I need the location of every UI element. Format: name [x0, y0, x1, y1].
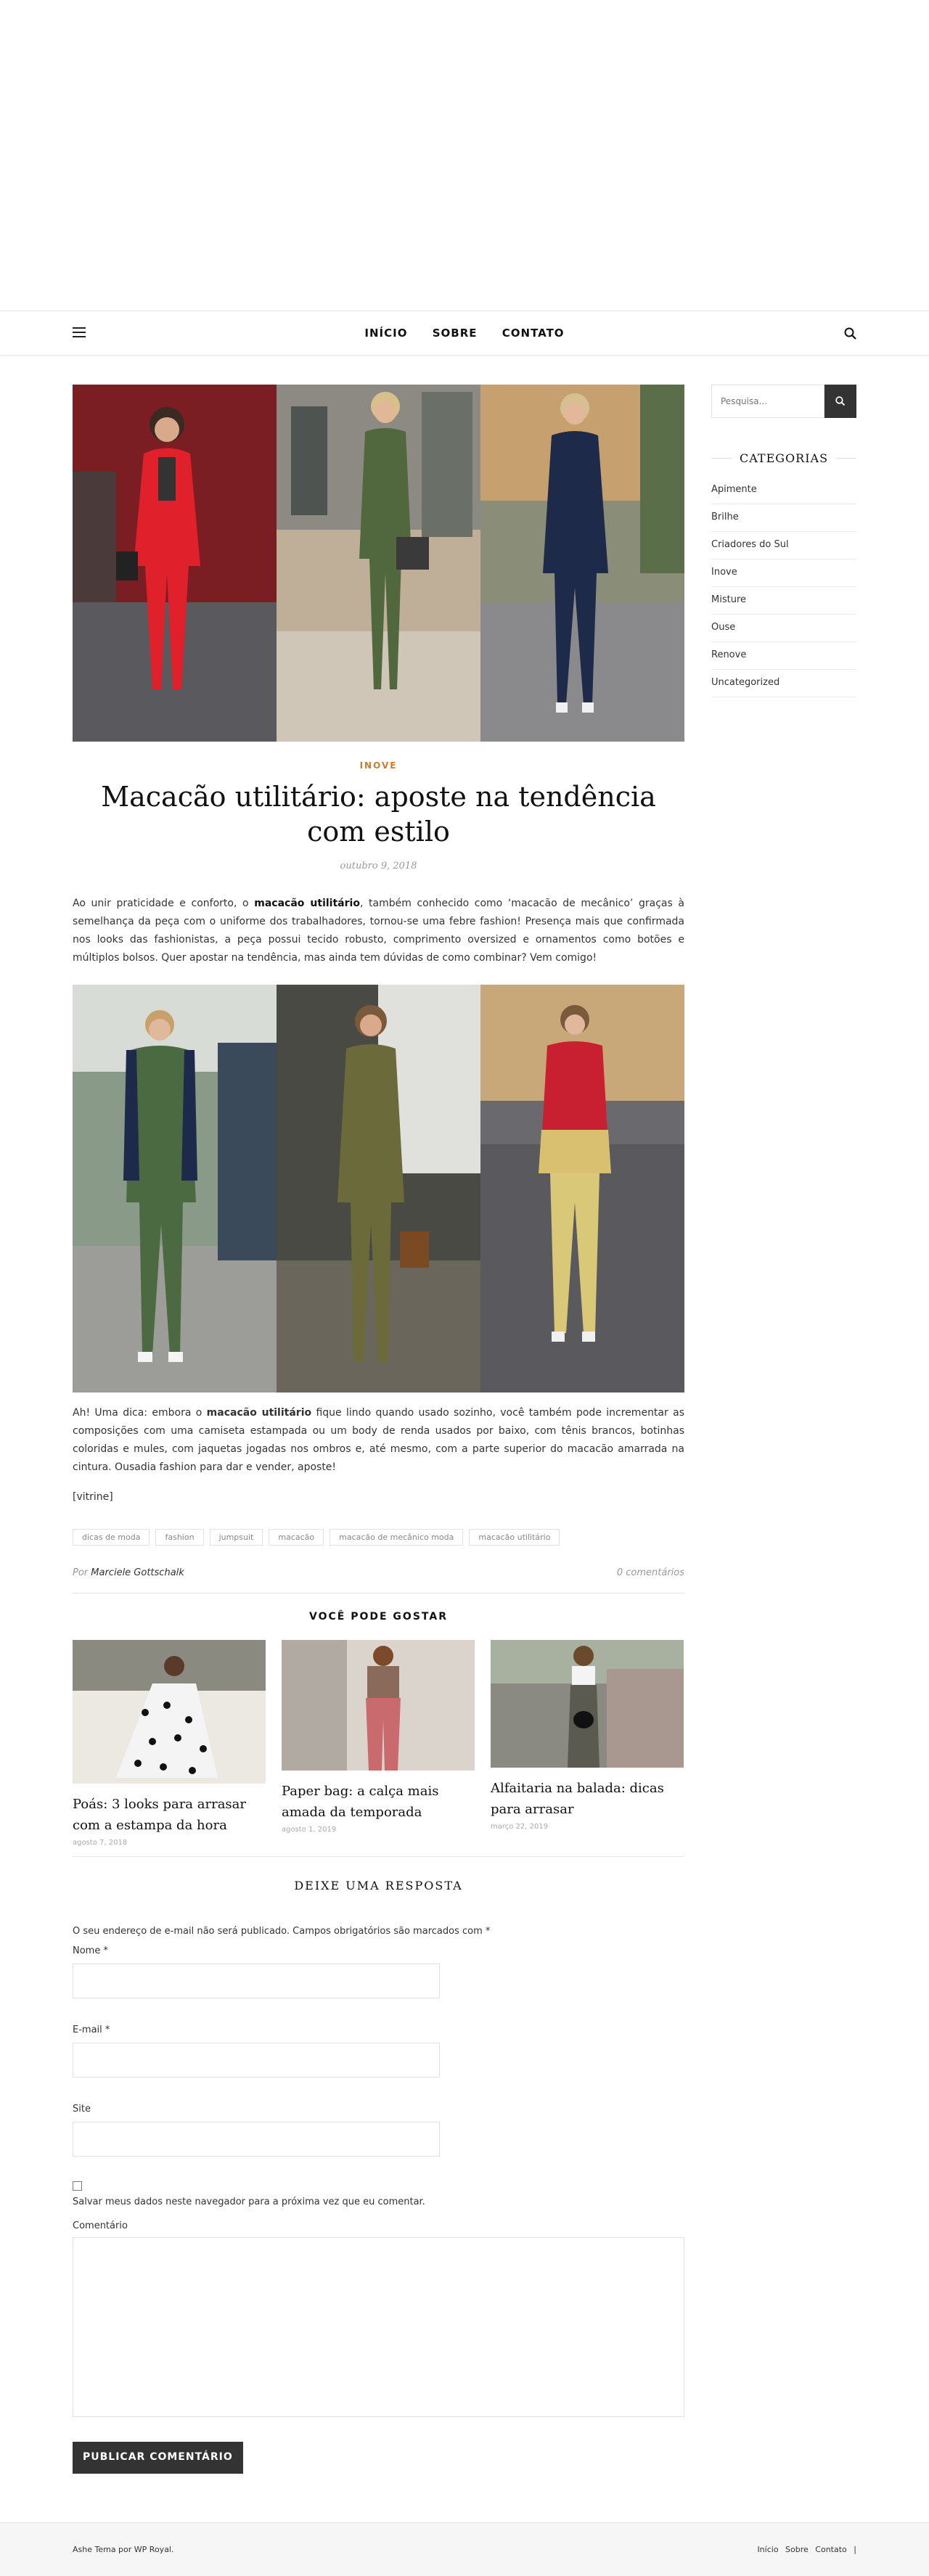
category-link[interactable]: Ouse: [711, 615, 856, 642]
category-link[interactable]: Criadores do Sul: [711, 532, 856, 559]
save-data-checkbox[interactable]: [73, 2181, 82, 2191]
footer-links: Início Sobre Contato |: [753, 2545, 856, 2554]
tip-bold-keyword: macacão utilitário: [206, 1407, 312, 1419]
site-field[interactable]: [73, 2122, 440, 2157]
comment-textarea[interactable]: [73, 2237, 684, 2417]
footer-credit[interactable]: Ashe Tema por WP Royal.: [73, 2545, 173, 2554]
post-category[interactable]: INOVE: [73, 760, 684, 771]
category-link[interactable]: Renove: [711, 642, 856, 670]
comments-count-link[interactable]: 0 comentários: [617, 1567, 684, 1578]
reply-note: O seu endereço de e-mail não será public…: [73, 1926, 491, 1937]
category-link[interactable]: Misture: [711, 587, 856, 615]
save-data-label: Salvar meus dados neste navegador para a…: [73, 2196, 425, 2207]
reply-heading: DEIXE UMA RESPOSTA: [294, 1879, 463, 1892]
post-intro-paragraph: Ao unir praticidade e conforto, o macacã…: [73, 898, 684, 964]
post-title: Macacão utilitário: aposte na tendência …: [101, 781, 656, 848]
category-link[interactable]: Uncategorized: [711, 670, 856, 697]
email-field[interactable]: [73, 2043, 440, 2077]
related-post-date: março 22, 2019: [491, 1823, 549, 1831]
related-posts: Poás: 3 looks para arrasar com a estampa…: [73, 1640, 684, 1847]
related-post-image[interactable]: [491, 1640, 684, 1768]
category-link[interactable]: Brilhe: [711, 504, 856, 532]
intro-bold-keyword: macacão utilitário: [254, 898, 360, 909]
hero-photo-green-jumpsuit: [277, 385, 480, 742]
sidebar: CATEGORIAS Apimente Brilhe Criadores do …: [711, 385, 856, 697]
author-link[interactable]: Marciele Gottschalk: [91, 1567, 184, 1578]
related-post-card[interactable]: Alfaitaria na balada: dicas para arrasar…: [491, 1640, 684, 1847]
header-blank-area: [0, 0, 929, 311]
secondary-image-collage: [73, 985, 684, 1392]
tag-link[interactable]: jumpsuit: [209, 1529, 263, 1546]
submit-comment-button[interactable]: PUBLICAR COMENTÁRIO: [73, 2442, 243, 2474]
comment-form-section: DEIXE UMA RESPOSTA O seu endereço de e-m…: [73, 1856, 684, 2474]
related-post-image[interactable]: [282, 1640, 475, 1771]
related-post-title[interactable]: Poás: 3 looks para arrasar com a estampa…: [73, 1794, 266, 1836]
hero-image-collage: [73, 385, 684, 742]
tag-link[interactable]: macacão de mecânico moda: [330, 1529, 464, 1546]
sidebar-search-button[interactable]: [824, 385, 856, 418]
footer-link-inicio[interactable]: Início: [757, 2545, 778, 2554]
main-navbar: INÍCIO SOBRE CONTATO: [0, 311, 929, 356]
related-posts-heading: VOCÊ PODE GOSTAR: [309, 1611, 448, 1623]
sidebar-search-input[interactable]: [711, 385, 824, 418]
gallery-photo-olive-jumpsuit: [277, 985, 480, 1392]
related-post-card[interactable]: Paper bag: a calça mais amada da tempora…: [282, 1640, 475, 1847]
footer-link-contato[interactable]: Contato: [815, 2545, 846, 2554]
divider: [835, 458, 856, 459]
related-post-title[interactable]: Paper bag: a calça mais amada da tempora…: [282, 1781, 475, 1823]
related-post-date: agosto 7, 2018: [73, 1839, 128, 1847]
related-post-title[interactable]: Alfaitaria na balada: dicas para arrasar: [491, 1778, 684, 1820]
tag-link[interactable]: fashion: [155, 1529, 204, 1546]
site-label: Site: [73, 2104, 91, 2114]
nav-link-sobre[interactable]: SOBRE: [433, 327, 478, 340]
post-tip-paragraph: Ah! Uma dica: embora o macacão utilitári…: [73, 1407, 684, 1473]
footer-link-sobre[interactable]: Sobre: [785, 2545, 809, 2554]
post-tags: dicas de moda fashion jumpsuit macacão m…: [73, 1529, 684, 1546]
sidebar-search: [711, 385, 856, 418]
category-link[interactable]: Apimente: [711, 481, 856, 504]
categories-heading-row: CATEGORIAS: [711, 451, 856, 465]
name-label: Nome *: [73, 1945, 108, 1956]
tag-link[interactable]: dicas de moda: [73, 1529, 150, 1546]
nav-link-inicio[interactable]: INÍCIO: [364, 327, 407, 340]
categories-heading: CATEGORIAS: [739, 451, 829, 465]
tag-link[interactable]: macacão: [269, 1529, 324, 1546]
post-article: INOVE Macacão utilitário: aposte na tend…: [73, 385, 684, 1847]
name-field[interactable]: [73, 1964, 440, 1998]
related-post-date: agosto 1, 2019: [282, 1826, 337, 1834]
related-post-card[interactable]: Poás: 3 looks para arrasar com a estampa…: [73, 1640, 266, 1847]
vitrine-shortcode: [vitrine]: [73, 1491, 113, 1503]
nav-link-contato[interactable]: CONTATO: [502, 327, 565, 340]
post-byline: Por Marciele Gottschalk 0 comentários: [73, 1567, 684, 1593]
post-date: outubro 9, 2018: [340, 861, 417, 871]
gallery-photo-green-denim: [73, 985, 277, 1392]
site-footer: Ashe Tema por WP Royal. Início Sobre Con…: [0, 2522, 929, 2576]
category-link[interactable]: Inove: [711, 559, 856, 587]
save-data-row: Salvar meus dados neste navegador para a…: [73, 2181, 684, 2207]
hero-photo-navy-jumpsuit: [480, 385, 684, 742]
hero-photo-red-jumpsuit: [73, 385, 277, 742]
comment-label: Comentário: [73, 2220, 128, 2231]
by-prefix: Por: [73, 1567, 89, 1578]
gallery-photo-yellow-pants: [480, 985, 684, 1392]
divider: [711, 458, 732, 459]
categories-list: Apimente Brilhe Criadores do Sul Inove M…: [711, 481, 856, 697]
nav-links: INÍCIO SOBRE CONTATO: [0, 327, 929, 340]
search-icon: [835, 396, 846, 406]
related-post-image[interactable]: [73, 1640, 266, 1784]
email-label: E-mail *: [73, 2025, 110, 2035]
search-icon[interactable]: [844, 327, 857, 340]
tag-link[interactable]: macacão utilitário: [469, 1529, 560, 1546]
author-line: Por Marciele Gottschalk: [73, 1567, 184, 1578]
footer-separator: |: [854, 2545, 856, 2554]
